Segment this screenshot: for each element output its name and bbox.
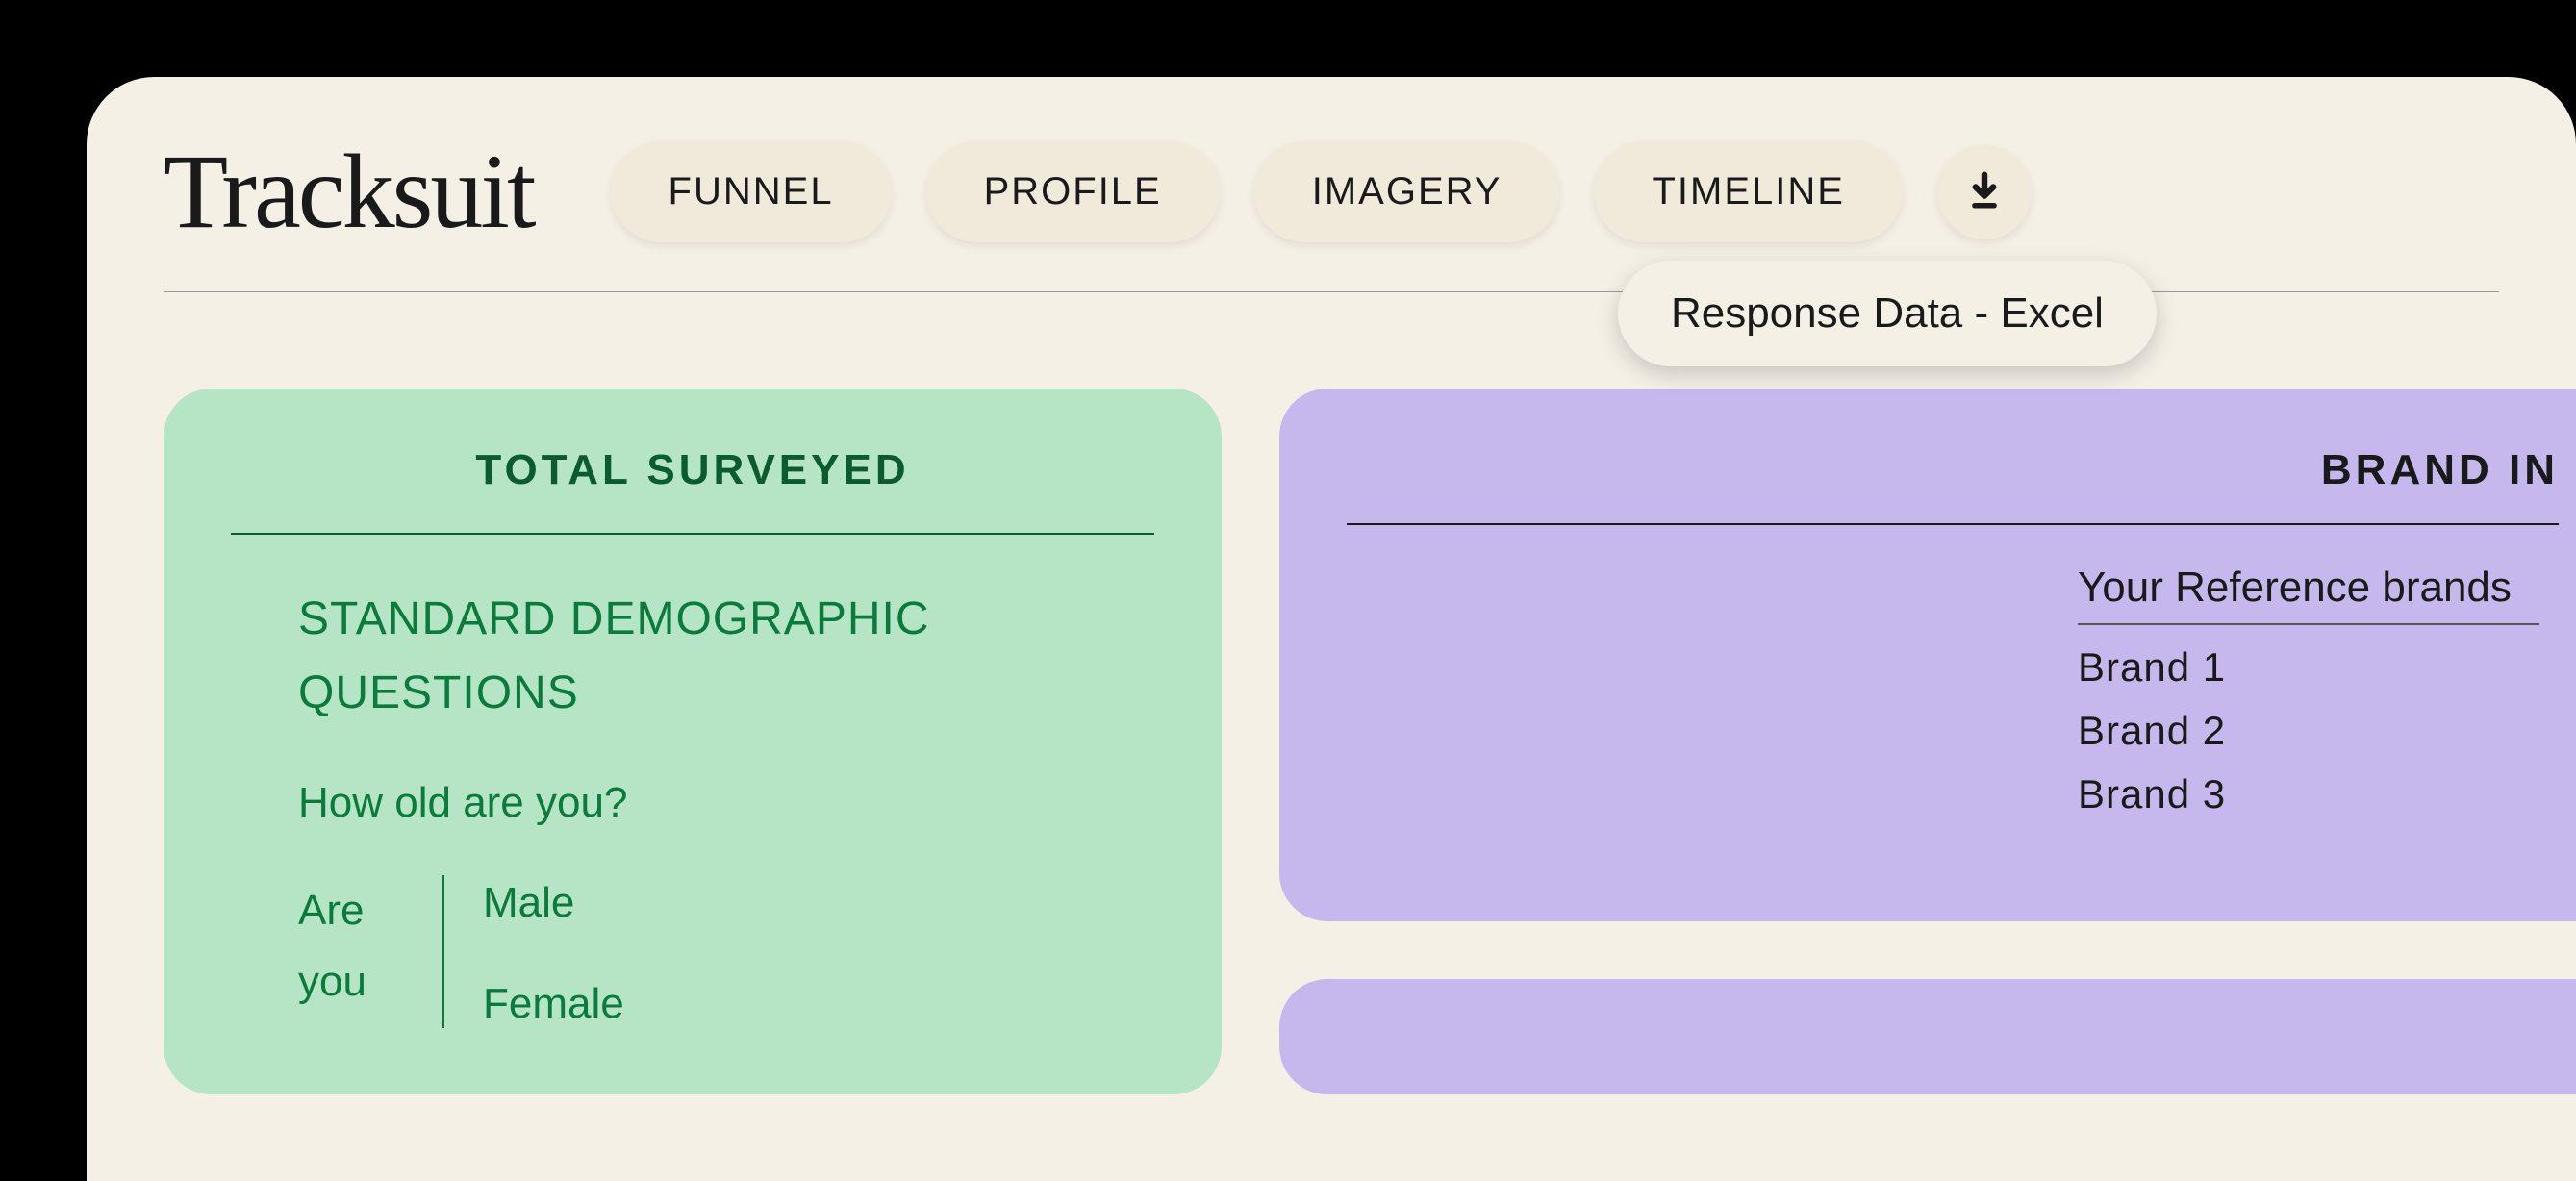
nav-timeline[interactable]: TIMELINE [1594,141,1902,242]
question-age: How old are you? [298,779,1087,827]
nav-profile[interactable]: PROFILE [926,141,1220,242]
nav-funnel[interactable]: FUNNEL [611,141,892,242]
nav: FUNNEL PROFILE IMAGERY TIMELINE Response… [611,141,2032,242]
brand-item: Brand 2 [2078,708,2559,754]
brand-item: Brand 1 [2078,644,2559,691]
brand-item: Brand 3 [2078,771,2559,817]
question-gender-label: Are you [298,875,404,1028]
reference-brands: Your Reference brands Brand 1 Brand 2 Br… [2078,564,2559,817]
gender-options: Male Female [483,875,624,1028]
right-column: BRAND IN Your Reference brands Brand 1 B… [1279,389,2576,1094]
gender-option-female: Female [483,980,624,1028]
reference-brands-label: Your Reference brands [2078,564,2539,625]
download-wrapper: Response Data - Excel [1937,145,2032,239]
card-surveyed-title: TOTAL SURVEYED [231,446,1154,535]
card-total-surveyed: TOTAL SURVEYED STANDARD DEMOGRAPHIC QUES… [164,389,1222,1094]
app-window: Tracksuit FUNNEL PROFILE IMAGERY TIMELIN… [87,77,2576,1181]
surveyed-subhead: STANDARD DEMOGRAPHIC QUESTIONS [298,583,1087,731]
nav-imagery[interactable]: IMAGERY [1254,141,1560,242]
download-button[interactable] [1937,145,2032,239]
card-brand-title: BRAND IN [1347,446,2559,525]
card-purple-secondary [1279,979,2576,1094]
download-icon [1963,171,2006,214]
content: TOTAL SURVEYED STANDARD DEMOGRAPHIC QUES… [87,292,2576,1094]
card-brand: BRAND IN Your Reference brands Brand 1 B… [1279,389,2576,921]
logo: Tracksuit [164,131,534,253]
gender-option-male: Male [483,879,624,927]
header: Tracksuit FUNNEL PROFILE IMAGERY TIMELIN… [87,77,2576,291]
question-gender: Are you Male Female [298,875,1087,1028]
download-dropdown-item[interactable]: Response Data - Excel [1618,261,2157,366]
card-surveyed-content: STANDARD DEMOGRAPHIC QUESTIONS How old a… [231,583,1154,1028]
gender-divider [442,875,444,1028]
